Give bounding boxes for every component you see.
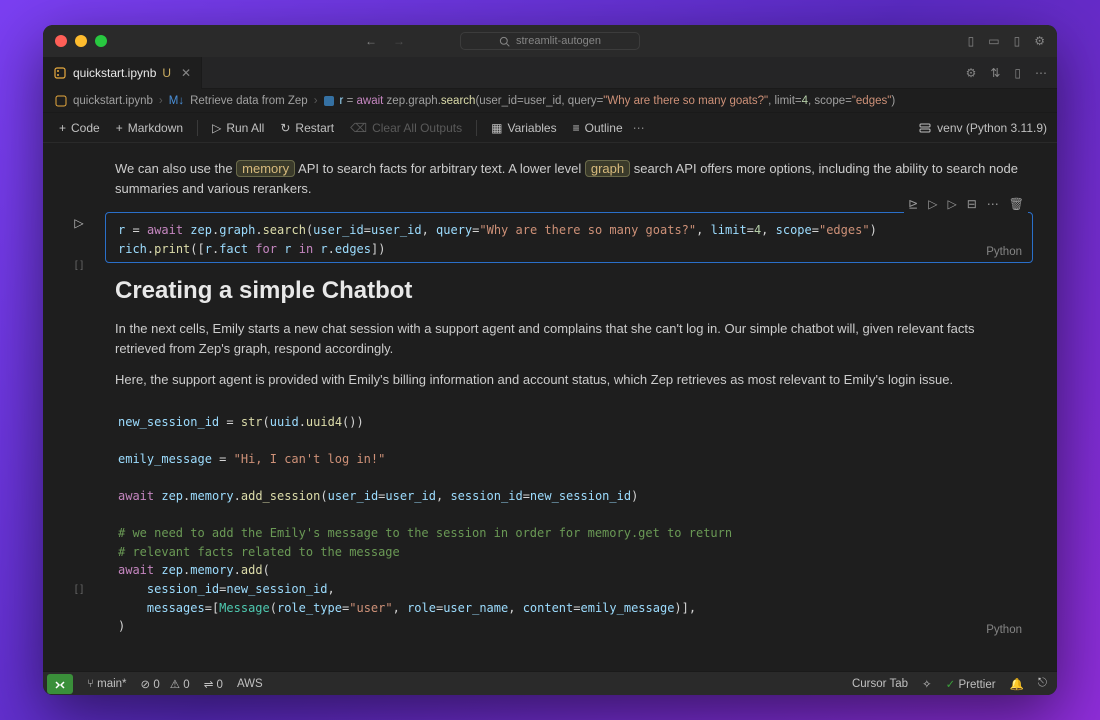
remote-indicator[interactable] bbox=[47, 674, 73, 694]
tab-bar: quickstart.ipynb U ✕ ⚙ ⇅ ▯ ⋯ bbox=[43, 57, 1057, 89]
ports[interactable]: ⇌ 0 bbox=[204, 677, 223, 691]
tab-filename: quickstart.ipynb bbox=[73, 66, 156, 80]
diff-icon[interactable]: ⇅ bbox=[990, 66, 1000, 80]
add-markdown-button[interactable]: +Markdown bbox=[110, 119, 189, 137]
python-icon bbox=[324, 96, 334, 106]
tab-quickstart[interactable]: quickstart.ipynb U ✕ bbox=[43, 57, 202, 89]
restart-icon: ↻ bbox=[280, 121, 290, 135]
git-branch[interactable]: ⑂ main* bbox=[87, 678, 127, 690]
remote-icon bbox=[53, 677, 67, 691]
notebook-content[interactable]: We can also use the memory API to search… bbox=[43, 143, 1057, 671]
close-window-button[interactable] bbox=[55, 35, 67, 47]
copilot-icon[interactable]: ✧ bbox=[922, 677, 932, 691]
panel-bottom-icon[interactable]: ▭ bbox=[988, 34, 999, 48]
code-pill: memory bbox=[236, 160, 295, 177]
maximize-window-button[interactable] bbox=[95, 35, 107, 47]
plus-icon: + bbox=[59, 121, 66, 135]
clear-outputs-button[interactable]: ⌫Clear All Outputs bbox=[344, 119, 468, 137]
paragraph: Here, the support agent is provided with… bbox=[115, 370, 1021, 390]
search-text: streamlit-autogen bbox=[516, 35, 601, 47]
execution-count: [ ] bbox=[75, 260, 83, 271]
nav-arrows: ← → bbox=[365, 34, 405, 48]
more-actions-icon[interactable]: ⋯ bbox=[633, 121, 645, 135]
paragraph: In the next cells, Emily starts a new ch… bbox=[115, 319, 1021, 358]
tab-modified-indicator: U bbox=[162, 66, 171, 80]
plus-icon: + bbox=[116, 121, 123, 135]
cursor-tab[interactable]: Cursor Tab bbox=[852, 678, 908, 690]
settings-icon[interactable]: ⚙ bbox=[966, 66, 977, 80]
status-bar: ⑂ main* ⊘ 0 ⚠ 0 ⇌ 0 AWS Cursor Tab ✧ ✓ P… bbox=[43, 671, 1057, 695]
chevron-right-icon: › bbox=[314, 95, 318, 107]
section-heading: Creating a simple Chatbot bbox=[115, 273, 1021, 309]
aws-status[interactable]: AWS bbox=[237, 678, 263, 690]
problems[interactable]: ⊘ 0 ⚠ 0 bbox=[141, 677, 190, 691]
code-editor[interactable]: r = await zep.graph.search(user_id=user_… bbox=[106, 213, 1032, 262]
code-cell[interactable]: [ ] new_session_id = str(uuid.uuid4()) e… bbox=[55, 404, 1033, 641]
cell-language[interactable]: Python bbox=[986, 624, 1022, 636]
traffic-lights bbox=[55, 35, 107, 47]
breadcrumb-section: Retrieve data from Zep bbox=[190, 95, 308, 107]
breadcrumb-file: quickstart.ipynb bbox=[73, 95, 153, 107]
cell-gutter: [ ] bbox=[55, 404, 103, 641]
run-by-line-icon[interactable]: ⊵ bbox=[908, 197, 918, 211]
run-cell-button[interactable]: ▷ bbox=[74, 216, 83, 230]
panel-right-icon[interactable]: ▯ bbox=[1014, 34, 1021, 48]
variables-icon: ▦ bbox=[491, 121, 502, 135]
split-icon[interactable]: ▯ bbox=[1014, 66, 1021, 80]
notebook-toolbar: +Code +Markdown ▷Run All ↻Restart ⌫Clear… bbox=[43, 113, 1057, 143]
outline-icon: ≡ bbox=[573, 121, 580, 135]
add-code-button[interactable]: +Code bbox=[53, 119, 106, 137]
run-all-button[interactable]: ▷Run All bbox=[206, 119, 270, 137]
code-cell[interactable]: ▷ [ ] ⊵ ▷ ▷ ⊟ ⋯ 🗑 r = await zep.graph.se… bbox=[55, 212, 1033, 263]
cell-toolbar: ⊵ ▷ ▷ ⊟ ⋯ 🗑 bbox=[904, 195, 1028, 213]
editor-window: ← → streamlit-autogen ▯ ▭ ▯ ⚙ quickstart… bbox=[43, 25, 1057, 695]
breadcrumb-code: r = await zep.graph.search(user_id=user_… bbox=[340, 95, 896, 107]
notebook-file-icon bbox=[55, 95, 67, 107]
restart-button[interactable]: ↻Restart bbox=[274, 119, 340, 137]
minimize-window-button[interactable] bbox=[75, 35, 87, 47]
outline-button[interactable]: ≡Outline bbox=[567, 119, 629, 137]
chevron-right-icon: › bbox=[159, 95, 163, 107]
titlebar: ← → streamlit-autogen ▯ ▭ ▯ ⚙ bbox=[43, 25, 1057, 57]
notebook-file-icon bbox=[53, 66, 67, 80]
more-icon[interactable]: ⋯ bbox=[1035, 66, 1047, 80]
tab-close-icon[interactable]: ✕ bbox=[181, 66, 191, 80]
error-count: ⊘ 0 bbox=[141, 677, 160, 691]
scrollbar-thumb[interactable] bbox=[1047, 483, 1055, 531]
layout-icon[interactable]: ⚙ bbox=[1034, 34, 1045, 48]
kernel-picker[interactable]: venv (Python 3.11.9) bbox=[919, 121, 1047, 135]
prettier-status[interactable]: ✓ Prettier bbox=[946, 677, 996, 691]
tab-actions: ⚙ ⇅ ▯ ⋯ bbox=[966, 66, 1047, 80]
execute-below-icon[interactable]: ▷ bbox=[947, 197, 956, 211]
search-icon bbox=[499, 36, 510, 47]
markdown-cell: We can also use the memory API to search… bbox=[43, 159, 1045, 198]
clear-icon: ⌫ bbox=[350, 121, 367, 135]
nav-back-icon[interactable]: ← bbox=[365, 34, 377, 48]
code-editor[interactable]: new_session_id = str(uuid.uuid4()) emily… bbox=[106, 405, 1032, 640]
markdown-cell: Creating a simple Chatbot In the next ce… bbox=[43, 273, 1045, 390]
server-icon bbox=[919, 122, 931, 134]
notifications-icon[interactable]: 🔔 bbox=[1010, 677, 1024, 691]
nav-forward-icon[interactable]: → bbox=[393, 34, 405, 48]
panel-left-icon[interactable]: ▯ bbox=[968, 34, 975, 48]
titlebar-actions: ▯ ▭ ▯ ⚙ bbox=[968, 34, 1045, 48]
command-center[interactable]: streamlit-autogen bbox=[460, 32, 640, 50]
cell-gutter: ▷ [ ] bbox=[55, 212, 103, 263]
run-all-icon: ▷ bbox=[212, 121, 221, 135]
execution-count: [ ] bbox=[75, 584, 83, 595]
breadcrumb[interactable]: quickstart.ipynb › M↓ Retrieve data from… bbox=[43, 89, 1057, 113]
code-pill: graph bbox=[585, 160, 630, 177]
more-cell-icon[interactable]: ⋯ bbox=[987, 197, 999, 211]
feedback-icon[interactable]: ⎋ bbox=[1038, 677, 1047, 690]
execute-above-icon[interactable]: ▷ bbox=[928, 197, 937, 211]
variables-button[interactable]: ▦Variables bbox=[485, 119, 562, 137]
warning-count: ⚠ 0 bbox=[170, 677, 190, 691]
delete-cell-icon[interactable]: 🗑 bbox=[1009, 197, 1024, 211]
split-cell-icon[interactable]: ⊟ bbox=[967, 197, 977, 211]
cell-language[interactable]: Python bbox=[986, 246, 1022, 258]
